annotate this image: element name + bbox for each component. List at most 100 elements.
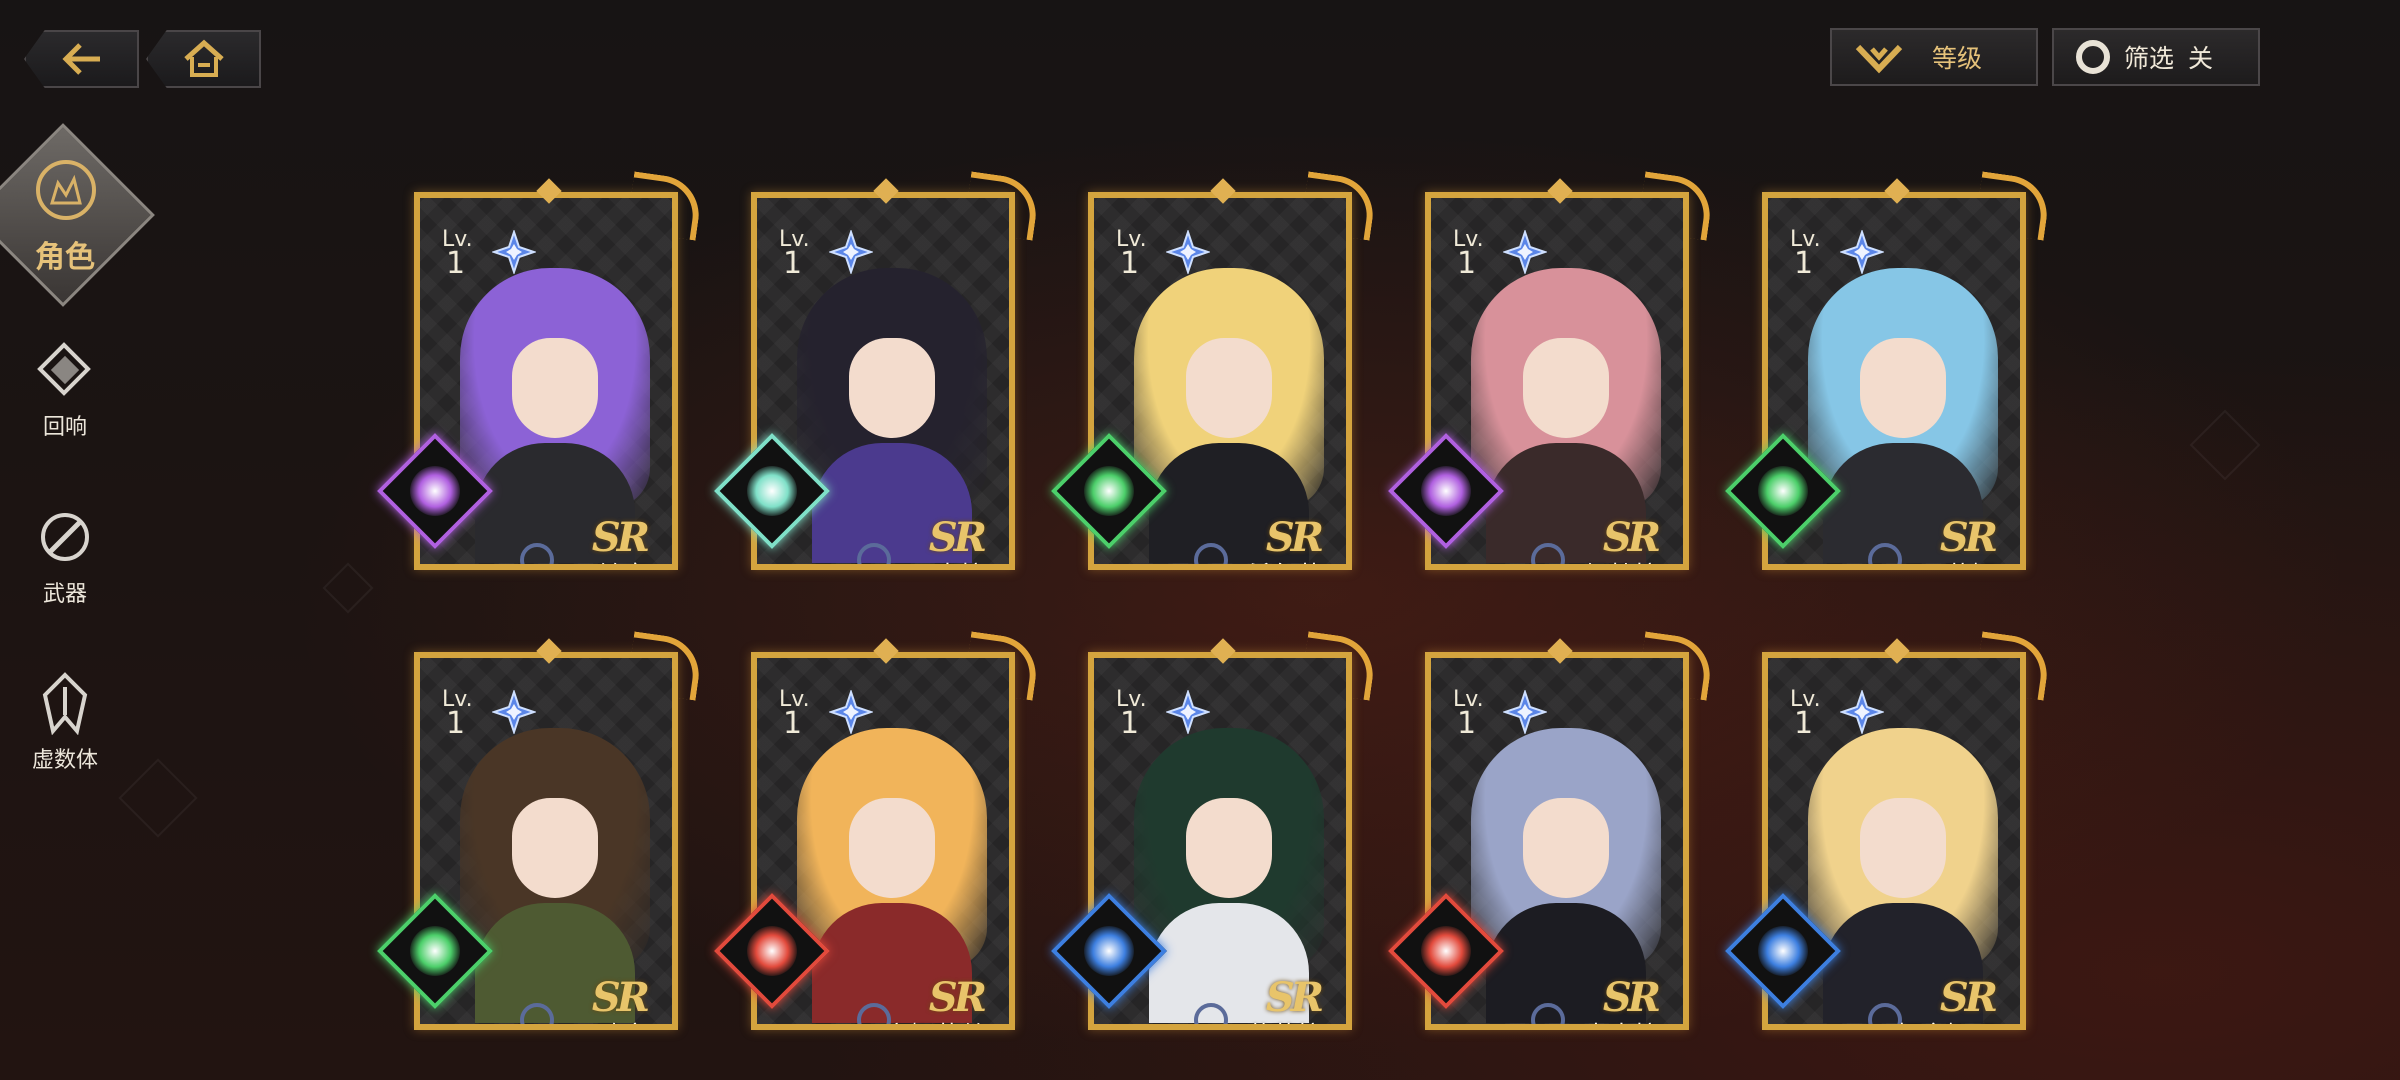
level-value: 1 xyxy=(1794,706,1814,741)
character-card-6[interactable]: Lv. 1 SR 欧文 xyxy=(377,630,704,1050)
character-portrait xyxy=(1798,688,2008,1023)
star-badge-icon xyxy=(1503,690,1547,734)
character-card-5[interactable]: Lv. 1 SR 蕾妮 xyxy=(1725,170,2052,590)
character-name: 佩特拉 xyxy=(1584,556,1659,564)
level-value: 1 xyxy=(446,706,466,741)
element-icon-core xyxy=(1084,466,1134,516)
character-portrait xyxy=(450,228,660,563)
character-card-10[interactable]: Lv. 1 SR 柯塞妮亚 xyxy=(1725,630,2052,1050)
level-block: Lv. 1 xyxy=(779,228,810,281)
level-block: Lv. 1 xyxy=(1790,228,1821,279)
sort-icon xyxy=(1855,44,1903,74)
sidebar-item-label: 武器 xyxy=(42,582,87,607)
frame-flare xyxy=(1974,171,2052,241)
frame-flare xyxy=(1637,171,1715,241)
character-portrait xyxy=(1461,228,1671,563)
character-portrait xyxy=(1798,228,2008,563)
character-name: 蕾妮 xyxy=(1946,556,1996,564)
background-decoration xyxy=(118,758,198,838)
character-card-8[interactable]: Lv. 1 SR 艾薇拉 xyxy=(1051,630,1378,1050)
level-block: Lv. 1 xyxy=(779,688,810,741)
home-button[interactable] xyxy=(146,30,261,88)
character-card-1[interactable]: Lv. 1 SR 铃音 xyxy=(377,170,704,590)
rarity-badge: SR xyxy=(1265,974,1324,1021)
element-icon-core xyxy=(1421,926,1471,976)
portrait-face xyxy=(1860,798,1946,898)
rank-ring-icon xyxy=(520,543,554,564)
sidebar-item-imaginary[interactable]: 虚数体 xyxy=(0,668,130,774)
imaginary-icon xyxy=(0,668,130,738)
character-portrait xyxy=(450,688,660,1023)
character-icon xyxy=(36,160,96,220)
rarity-badge: SR xyxy=(591,974,650,1021)
weapon-icon xyxy=(0,502,130,572)
rarity-badge: SR xyxy=(928,974,987,1021)
back-button[interactable] xyxy=(24,30,139,88)
character-portrait xyxy=(1461,688,1671,1023)
element-icon-core xyxy=(747,926,797,976)
sidebar-item-character[interactable]: 角色 xyxy=(0,120,155,310)
character-card-4[interactable]: Lv. 1 SR 佩特拉 xyxy=(1388,170,1715,590)
home-icon xyxy=(183,39,224,77)
character-card-3[interactable]: Lv. 1 SR 希尔芙 xyxy=(1051,170,1378,590)
level-value: 1 xyxy=(446,246,466,281)
portrait-face xyxy=(1523,798,1609,898)
star-badge-icon xyxy=(829,690,873,734)
level-block: Lv. 1 xyxy=(1116,228,1147,281)
portrait-face xyxy=(512,798,598,898)
filter-ring-icon xyxy=(2076,40,2110,74)
sidebar-item-label: 虚数体 xyxy=(31,748,98,773)
level-value: 1 xyxy=(1457,246,1477,281)
echo-icon xyxy=(0,335,130,405)
element-icon-core xyxy=(1758,926,1808,976)
portrait-face xyxy=(849,338,935,438)
character-card-7[interactable]: Lv. 1 SR 安娜莉丝 xyxy=(714,630,1041,1050)
frame-flare xyxy=(626,631,704,701)
star-badge-icon xyxy=(1166,690,1210,734)
level-block: Lv. 1 xyxy=(1453,688,1484,741)
frame-flare xyxy=(1974,631,2052,701)
character-name: 安娜莉丝 xyxy=(885,1016,985,1024)
element-icon-core xyxy=(747,466,797,516)
rank-ring-icon xyxy=(1868,543,1902,564)
character-name: 柯塞妮亚 xyxy=(1896,1016,1996,1024)
background-decoration xyxy=(2189,409,2261,481)
rank-ring-icon xyxy=(1531,543,1565,564)
sidebar-item-weapon[interactable]: 武器 xyxy=(0,502,130,608)
sidebar-item-label: 角色 xyxy=(35,240,95,275)
rank-ring-icon xyxy=(1194,543,1228,564)
rank-ring-icon xyxy=(1531,1003,1565,1024)
rank-ring-icon xyxy=(1194,1003,1228,1024)
character-name: 铃音 xyxy=(598,556,648,564)
level-value: 1 xyxy=(1457,706,1477,741)
portrait-face xyxy=(1186,798,1272,898)
rank-ring-icon xyxy=(857,543,891,564)
character-card-2[interactable]: Lv. 1 SR 米拉 xyxy=(714,170,1041,590)
level-block: Lv. 1 xyxy=(1790,688,1821,741)
character-name: 卡米拉 xyxy=(1584,1016,1659,1024)
star-badge-icon xyxy=(492,690,536,734)
character-name: 欧文 xyxy=(598,1016,648,1024)
character-portrait xyxy=(787,688,997,1023)
sort-by-level-button[interactable]: 等级 xyxy=(1830,28,2038,86)
level-value: 1 xyxy=(783,246,803,281)
rarity-badge: SR xyxy=(1939,514,1998,561)
star-badge-icon xyxy=(1840,230,1884,274)
portrait-face xyxy=(512,338,598,438)
character-card-9[interactable]: Lv. 1 SR 卡米拉 xyxy=(1388,630,1715,1050)
rarity-badge: SR xyxy=(1265,514,1324,561)
level-value: 1 xyxy=(1120,246,1140,281)
star-badge-icon xyxy=(1503,230,1547,274)
rarity-badge: SR xyxy=(591,514,650,561)
character-name: 希尔芙 xyxy=(1247,556,1322,564)
sidebar-item-label: 回响 xyxy=(42,415,87,440)
star-badge-icon xyxy=(1166,230,1210,274)
frame-flare xyxy=(626,171,704,241)
filter-toggle[interactable]: 筛选 关 xyxy=(2052,28,2260,86)
sidebar-item-echo[interactable]: 回响 xyxy=(0,335,130,441)
level-block: Lv. 1 xyxy=(442,688,473,741)
element-icon-core xyxy=(1421,466,1471,516)
level-value: 1 xyxy=(783,706,803,741)
rarity-badge: SR xyxy=(1602,974,1661,1021)
star-badge-icon xyxy=(492,230,536,274)
